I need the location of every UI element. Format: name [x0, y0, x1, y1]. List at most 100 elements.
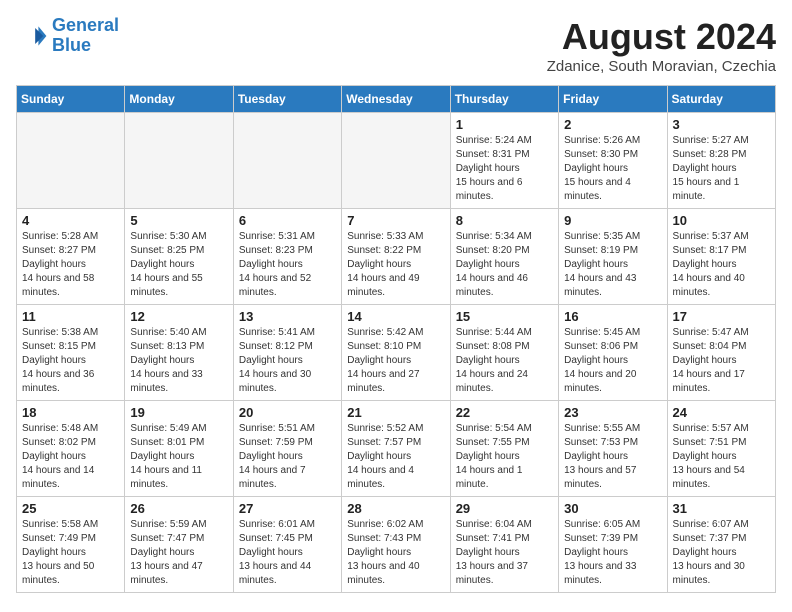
cell-info: Sunrise: 5:49 AMSunset: 8:01 PMDaylight …	[130, 422, 227, 492]
calendar-cell: 23 Sunrise: 5:55 AMSunset: 7:53 PMDayligh…	[559, 401, 667, 497]
day-number: 9	[564, 213, 661, 228]
day-number: 11	[22, 309, 119, 324]
day-header-tuesday: Tuesday	[233, 86, 341, 113]
day-number: 17	[673, 309, 770, 324]
logo-text: General Blue	[52, 16, 119, 56]
calendar-cell: 15 Sunrise: 5:44 AMSunset: 8:08 PMDayligh…	[450, 305, 558, 401]
cell-info: Sunrise: 5:51 AMSunset: 7:59 PMDaylight …	[239, 422, 336, 492]
month-year: August 2024	[547, 16, 776, 58]
calendar-cell: 30 Sunrise: 6:05 AMSunset: 7:39 PMDayligh…	[559, 497, 667, 593]
calendar-cell	[233, 113, 341, 209]
day-number: 6	[239, 213, 336, 228]
week-row-5: 25 Sunrise: 5:58 AMSunset: 7:49 PMDayligh…	[17, 497, 776, 593]
calendar-cell: 10Sunrise: 5:37 AMSunset: 8:17 PMDayligh…	[667, 209, 775, 305]
calendar-cell: 3 Sunrise: 5:27 AMSunset: 8:28 PMDaylight…	[667, 113, 775, 209]
page-header: General Blue August 2024 Zdanice, South …	[16, 16, 776, 75]
day-number: 7	[347, 213, 444, 228]
calendar-cell: 22 Sunrise: 5:54 AMSunset: 7:55 PMDayligh…	[450, 401, 558, 497]
calendar-cell: 28 Sunrise: 6:02 AMSunset: 7:43 PMDayligh…	[342, 497, 450, 593]
calendar-cell: 18 Sunrise: 5:48 AMSunset: 8:02 PMDayligh…	[17, 401, 125, 497]
cell-info: Sunrise: 5:42 AMSunset: 8:10 PMDaylight …	[347, 326, 444, 396]
day-number: 30	[564, 501, 661, 516]
day-header-sunday: Sunday	[17, 86, 125, 113]
day-number: 3	[673, 117, 770, 132]
day-number: 29	[456, 501, 553, 516]
calendar-cell: 4Sunrise: 5:28 AMSunset: 8:27 PMDaylight…	[17, 209, 125, 305]
cell-info: Sunrise: 5:33 AMSunset: 8:22 PMDaylight …	[347, 230, 444, 300]
cell-info: Sunrise: 5:30 AMSunset: 8:25 PMDaylight …	[130, 230, 227, 300]
cell-info: Sunrise: 5:47 AMSunset: 8:04 PMDaylight …	[673, 326, 770, 396]
cell-info: Sunrise: 6:04 AMSunset: 7:41 PMDaylight …	[456, 518, 553, 588]
calendar-cell: 19Sunrise: 5:49 AMSunset: 8:01 PMDayligh…	[125, 401, 233, 497]
day-number: 16	[564, 309, 661, 324]
day-number: 10	[673, 213, 770, 228]
cell-info: Sunrise: 5:44 AMSunset: 8:08 PMDaylight …	[456, 326, 553, 396]
cell-info: Sunrise: 5:35 AMSunset: 8:19 PMDaylight …	[564, 230, 661, 300]
day-header-saturday: Saturday	[667, 86, 775, 113]
calendar-cell: 16 Sunrise: 5:45 AMSunset: 8:06 PMDayligh…	[559, 305, 667, 401]
day-header-friday: Friday	[559, 86, 667, 113]
calendar-cell: 11Sunrise: 5:38 AMSunset: 8:15 PMDayligh…	[17, 305, 125, 401]
cell-info: Sunrise: 5:41 AMSunset: 8:12 PMDaylight …	[239, 326, 336, 396]
day-number: 4	[22, 213, 119, 228]
cell-info: Sunrise: 5:59 AMSunset: 7:47 PMDaylight …	[130, 518, 227, 588]
calendar-cell: 6 Sunrise: 5:31 AMSunset: 8:23 PMDaylight…	[233, 209, 341, 305]
day-number: 18	[22, 405, 119, 420]
calendar-cell: 27 Sunrise: 6:01 AMSunset: 7:45 PMDayligh…	[233, 497, 341, 593]
day-number: 13	[239, 309, 336, 324]
title-block: August 2024 Zdanice, South Moravian, Cze…	[547, 16, 776, 75]
day-number: 26	[130, 501, 227, 516]
calendar-cell	[342, 113, 450, 209]
cell-info: Sunrise: 5:31 AMSunset: 8:23 PMDaylight …	[239, 230, 336, 300]
day-header-wednesday: Wednesday	[342, 86, 450, 113]
cell-info: Sunrise: 5:26 AMSunset: 8:30 PMDaylight …	[564, 134, 661, 204]
day-number: 24	[673, 405, 770, 420]
day-number: 21	[347, 405, 444, 420]
day-number: 15	[456, 309, 553, 324]
day-number: 25	[22, 501, 119, 516]
cell-info: Sunrise: 5:27 AMSunset: 8:28 PMDaylight …	[673, 134, 770, 204]
calendar-cell: 2 Sunrise: 5:26 AMSunset: 8:30 PMDaylight…	[559, 113, 667, 209]
calendar-table: SundayMondayTuesdayWednesdayThursdayFrid…	[16, 85, 776, 593]
calendar-cell: 1Sunrise: 5:24 AMSunset: 8:31 PMDaylight…	[450, 113, 558, 209]
calendar-cell: 26 Sunrise: 5:59 AMSunset: 7:47 PMDayligh…	[125, 497, 233, 593]
cell-info: Sunrise: 5:45 AMSunset: 8:06 PMDaylight …	[564, 326, 661, 396]
day-number: 22	[456, 405, 553, 420]
cell-info: Sunrise: 5:40 AMSunset: 8:13 PMDaylight …	[130, 326, 227, 396]
cell-info: Sunrise: 6:01 AMSunset: 7:45 PMDaylight …	[239, 518, 336, 588]
calendar-cell: 24 Sunrise: 5:57 AMSunset: 7:51 PMDayligh…	[667, 401, 775, 497]
day-number: 23	[564, 405, 661, 420]
day-number: 28	[347, 501, 444, 516]
calendar-cell: 31Sunrise: 6:07 AMSunset: 7:37 PMDayligh…	[667, 497, 775, 593]
day-number: 27	[239, 501, 336, 516]
cell-info: Sunrise: 5:54 AMSunset: 7:55 PMDaylight …	[456, 422, 553, 492]
location: Zdanice, South Moravian, Czechia	[547, 58, 776, 75]
calendar-cell: 12 Sunrise: 5:40 AMSunset: 8:13 PMDayligh…	[125, 305, 233, 401]
cell-info: Sunrise: 6:02 AMSunset: 7:43 PMDaylight …	[347, 518, 444, 588]
cell-info: Sunrise: 5:34 AMSunset: 8:20 PMDaylight …	[456, 230, 553, 300]
cell-info: Sunrise: 5:52 AMSunset: 7:57 PMDaylight …	[347, 422, 444, 492]
day-number: 14	[347, 309, 444, 324]
week-row-1: 1Sunrise: 5:24 AMSunset: 8:31 PMDaylight…	[17, 113, 776, 209]
cell-info: Sunrise: 5:58 AMSunset: 7:49 PMDaylight …	[22, 518, 119, 588]
week-row-3: 11Sunrise: 5:38 AMSunset: 8:15 PMDayligh…	[17, 305, 776, 401]
calendar-cell	[17, 113, 125, 209]
day-number: 12	[130, 309, 227, 324]
calendar-cell: 14 Sunrise: 5:42 AMSunset: 8:10 PMDayligh…	[342, 305, 450, 401]
day-header-thursday: Thursday	[450, 86, 558, 113]
calendar-cell: 21 Sunrise: 5:52 AMSunset: 7:57 PMDayligh…	[342, 401, 450, 497]
calendar-cell	[125, 113, 233, 209]
week-row-2: 4Sunrise: 5:28 AMSunset: 8:27 PMDaylight…	[17, 209, 776, 305]
days-header-row: SundayMondayTuesdayWednesdayThursdayFrid…	[17, 86, 776, 113]
cell-info: Sunrise: 5:57 AMSunset: 7:51 PMDaylight …	[673, 422, 770, 492]
calendar-cell: 20Sunrise: 5:51 AMSunset: 7:59 PMDayligh…	[233, 401, 341, 497]
calendar-cell: 17 Sunrise: 5:47 AMSunset: 8:04 PMDayligh…	[667, 305, 775, 401]
day-number: 2	[564, 117, 661, 132]
day-number: 8	[456, 213, 553, 228]
cell-info: Sunrise: 6:05 AMSunset: 7:39 PMDaylight …	[564, 518, 661, 588]
cell-info: Sunrise: 5:48 AMSunset: 8:02 PMDaylight …	[22, 422, 119, 492]
calendar-cell: 29 Sunrise: 6:04 AMSunset: 7:41 PMDayligh…	[450, 497, 558, 593]
calendar-cell: 7 Sunrise: 5:33 AMSunset: 8:22 PMDaylight…	[342, 209, 450, 305]
cell-info: Sunrise: 5:55 AMSunset: 7:53 PMDaylight …	[564, 422, 661, 492]
day-number: 31	[673, 501, 770, 516]
